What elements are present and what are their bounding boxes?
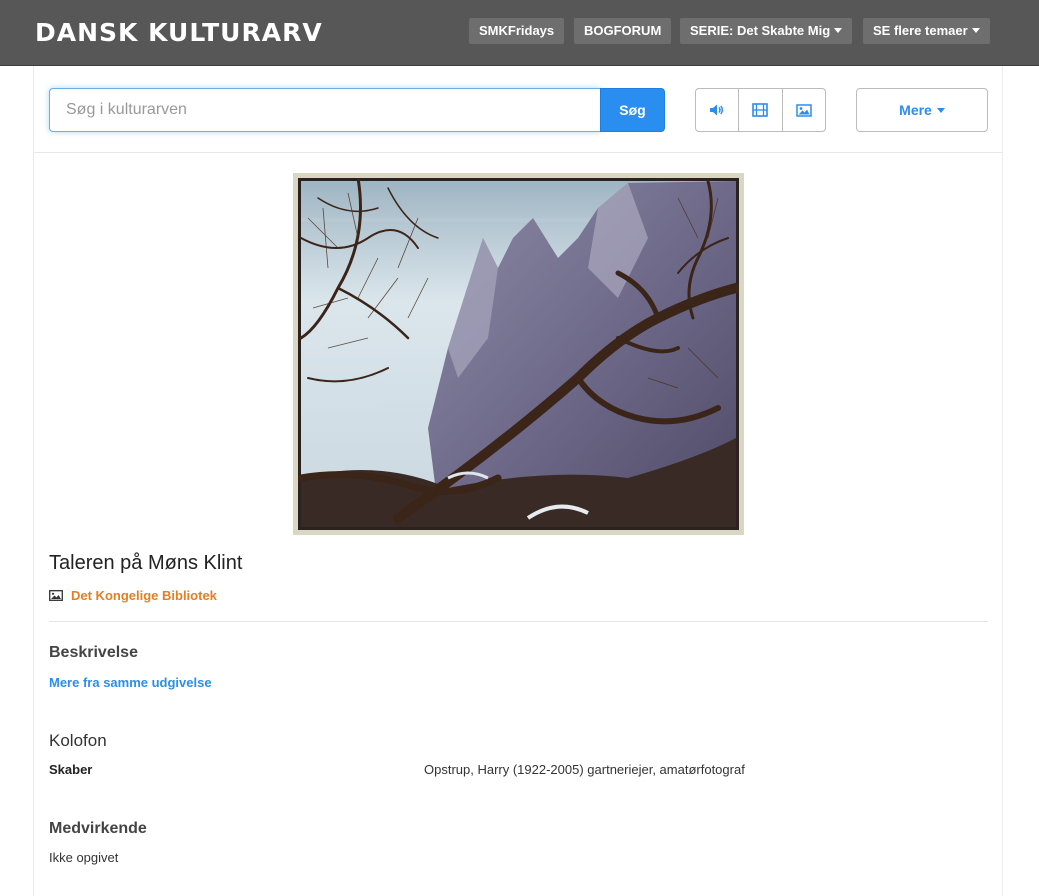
contributors-heading: Medvirkende [49,820,147,837]
video-filter-button[interactable] [738,89,781,131]
caret-down-icon [971,28,980,34]
nav-bogforum[interactable]: BOGFORUM [574,18,672,44]
contributors-value: Ikke opgivet [49,850,119,865]
cliff-photo-image [297,176,741,530]
search-bar-row: Søg i kulturarven Søg Mere [34,66,1002,153]
creator-value: Opstrup, Harry (1922-2005) gartneriejer,… [424,762,745,777]
section-divider [49,621,988,622]
item-title: Taleren på Møns Klint [49,552,243,574]
main-container: Søg i kulturarven Søg Mere Taleren på Mø… [33,66,1003,896]
nav-serie-dropdown[interactable]: SERIE: Det Skabte Mig [680,18,853,44]
description-heading: Beskrivelse [49,644,138,661]
colophon-heading: Kolofon [49,731,107,750]
search-button[interactable]: Søg [600,88,665,132]
image-icon [49,589,63,601]
image-icon [796,103,812,117]
audio-filter-button[interactable] [696,89,738,131]
nav-label: SMKFridays [479,23,555,38]
nav-smkfridays[interactable]: SMKFridays [469,18,565,44]
item-source: Det Kongelige Bibliotek [49,586,217,604]
speaker-icon [710,104,724,116]
nav-themes-dropdown[interactable]: SE flere temaer [863,18,990,44]
caret-down-icon [936,107,945,113]
more-dropdown-button[interactable]: Mere [856,88,988,132]
nav-label: BOGFORUM [584,23,662,38]
item-photo[interactable] [293,173,744,535]
nav-label: SERIE: Det Skabte Mig [690,23,831,38]
nav-label: SE flere temaer [873,23,968,38]
image-filter-button[interactable] [781,89,825,131]
media-filter-group [695,88,826,132]
source-link[interactable]: Det Kongelige Bibliotek [71,588,217,603]
search-input[interactable] [49,88,601,132]
film-icon [752,103,769,117]
caret-down-icon [834,28,843,34]
more-label: Mere [899,102,932,118]
site-logo[interactable]: DANSK KULTURARV [35,18,323,47]
top-navbar: DANSK KULTURARV SMKFridays BOGFORUM SERI… [0,0,1039,66]
creator-label: Skaber [49,762,93,777]
more-from-publication-link[interactable]: Mere fra samme udgivelse [49,675,212,690]
